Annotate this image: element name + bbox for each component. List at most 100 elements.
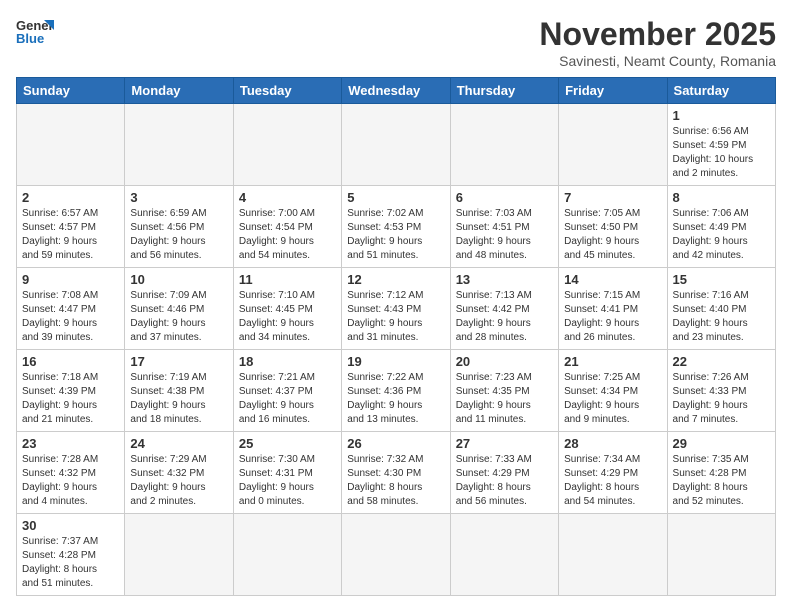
calendar-week-row: 9 Sunrise: 7:08 AM Sunset: 4:47 PM Daylig… bbox=[17, 268, 776, 350]
calendar-cell: 20 Sunrise: 7:23 AM Sunset: 4:35 PM Dayli… bbox=[450, 350, 558, 432]
day-number: 27 bbox=[456, 436, 553, 451]
day-info: Sunrise: 7:25 AM Sunset: 4:34 PM Dayligh… bbox=[564, 371, 661, 427]
calendar-cell bbox=[17, 104, 125, 186]
day-number: 29 bbox=[673, 436, 770, 451]
day-number: 11 bbox=[239, 272, 336, 287]
day-number: 30 bbox=[22, 518, 119, 533]
calendar-cell: 11 Sunrise: 7:10 AM Sunset: 4:45 PM Dayli… bbox=[233, 268, 341, 350]
day-number: 23 bbox=[22, 436, 119, 451]
day-number: 16 bbox=[22, 354, 119, 369]
day-number: 5 bbox=[347, 190, 444, 205]
calendar-cell bbox=[667, 514, 775, 596]
day-info: Sunrise: 6:59 AM Sunset: 4:56 PM Dayligh… bbox=[130, 207, 227, 263]
day-number: 13 bbox=[456, 272, 553, 287]
location-title: Savinesti, Neamt County, Romania bbox=[539, 53, 776, 69]
day-number: 15 bbox=[673, 272, 770, 287]
day-info: Sunrise: 7:23 AM Sunset: 4:35 PM Dayligh… bbox=[456, 371, 553, 427]
day-number: 19 bbox=[347, 354, 444, 369]
day-info: Sunrise: 7:18 AM Sunset: 4:39 PM Dayligh… bbox=[22, 371, 119, 427]
day-number: 7 bbox=[564, 190, 661, 205]
calendar-week-row: 23 Sunrise: 7:28 AM Sunset: 4:32 PM Dayli… bbox=[17, 432, 776, 514]
day-info: Sunrise: 7:26 AM Sunset: 4:33 PM Dayligh… bbox=[673, 371, 770, 427]
day-number: 2 bbox=[22, 190, 119, 205]
day-number: 22 bbox=[673, 354, 770, 369]
day-info: Sunrise: 7:37 AM Sunset: 4:28 PM Dayligh… bbox=[22, 535, 119, 591]
calendar-cell: 26 Sunrise: 7:32 AM Sunset: 4:30 PM Dayli… bbox=[342, 432, 450, 514]
day-number: 10 bbox=[130, 272, 227, 287]
calendar-cell: 17 Sunrise: 7:19 AM Sunset: 4:38 PM Dayli… bbox=[125, 350, 233, 432]
day-info: Sunrise: 6:57 AM Sunset: 4:57 PM Dayligh… bbox=[22, 207, 119, 263]
calendar-cell: 28 Sunrise: 7:34 AM Sunset: 4:29 PM Dayli… bbox=[559, 432, 667, 514]
calendar-cell: 25Sunrise: 7:30 AM Sunset: 4:31 PM Dayli… bbox=[233, 432, 341, 514]
day-number: 28 bbox=[564, 436, 661, 451]
month-title: November 2025 bbox=[539, 16, 776, 53]
day-number: 12 bbox=[347, 272, 444, 287]
calendar-cell: 24Sunrise: 7:29 AM Sunset: 4:32 PM Dayli… bbox=[125, 432, 233, 514]
calendar-cell: 1 Sunrise: 6:56 AM Sunset: 4:59 PM Daylig… bbox=[667, 104, 775, 186]
day-number: 17 bbox=[130, 354, 227, 369]
day-info: Sunrise: 7:34 AM Sunset: 4:29 PM Dayligh… bbox=[564, 453, 661, 509]
day-info: Sunrise: 7:03 AM Sunset: 4:51 PM Dayligh… bbox=[456, 207, 553, 263]
calendar-cell bbox=[450, 514, 558, 596]
day-number: 14 bbox=[564, 272, 661, 287]
calendar-cell bbox=[233, 514, 341, 596]
calendar-cell: 10Sunrise: 7:09 AM Sunset: 4:46 PM Dayli… bbox=[125, 268, 233, 350]
day-number: 3 bbox=[130, 190, 227, 205]
day-number: 8 bbox=[673, 190, 770, 205]
day-number: 6 bbox=[456, 190, 553, 205]
calendar-cell: 8 Sunrise: 7:06 AM Sunset: 4:49 PM Daylig… bbox=[667, 186, 775, 268]
day-info: Sunrise: 7:13 AM Sunset: 4:42 PM Dayligh… bbox=[456, 289, 553, 345]
day-info: Sunrise: 7:32 AM Sunset: 4:30 PM Dayligh… bbox=[347, 453, 444, 509]
day-info: Sunrise: 7:06 AM Sunset: 4:49 PM Dayligh… bbox=[673, 207, 770, 263]
calendar-cell bbox=[233, 104, 341, 186]
calendar-cell: 15Sunrise: 7:16 AM Sunset: 4:40 PM Dayli… bbox=[667, 268, 775, 350]
day-info: Sunrise: 7:10 AM Sunset: 4:45 PM Dayligh… bbox=[239, 289, 336, 345]
svg-text:Blue: Blue bbox=[16, 31, 44, 46]
day-number: 20 bbox=[456, 354, 553, 369]
calendar-cell: 16 Sunrise: 7:18 AM Sunset: 4:39 PM Dayli… bbox=[17, 350, 125, 432]
calendar-cell: 6 Sunrise: 7:03 AM Sunset: 4:51 PM Daylig… bbox=[450, 186, 558, 268]
weekday-header-monday: Monday bbox=[125, 78, 233, 104]
calendar-cell: 3 Sunrise: 6:59 AM Sunset: 4:56 PM Daylig… bbox=[125, 186, 233, 268]
calendar-cell: 2 Sunrise: 6:57 AM Sunset: 4:57 PM Daylig… bbox=[17, 186, 125, 268]
calendar-cell bbox=[559, 514, 667, 596]
calendar-cell: 13 Sunrise: 7:13 AM Sunset: 4:42 PM Dayli… bbox=[450, 268, 558, 350]
weekday-header-tuesday: Tuesday bbox=[233, 78, 341, 104]
calendar-cell bbox=[125, 514, 233, 596]
day-number: 1 bbox=[673, 108, 770, 123]
weekday-header-row: SundayMondayTuesdayWednesdayThursdayFrid… bbox=[17, 78, 776, 104]
day-info: Sunrise: 7:08 AM Sunset: 4:47 PM Dayligh… bbox=[22, 289, 119, 345]
calendar-cell bbox=[450, 104, 558, 186]
day-info: Sunrise: 7:33 AM Sunset: 4:29 PM Dayligh… bbox=[456, 453, 553, 509]
day-number: 4 bbox=[239, 190, 336, 205]
calendar-cell: 9 Sunrise: 7:08 AM Sunset: 4:47 PM Daylig… bbox=[17, 268, 125, 350]
day-number: 26 bbox=[347, 436, 444, 451]
calendar-cell bbox=[125, 104, 233, 186]
day-info: Sunrise: 6:56 AM Sunset: 4:59 PM Dayligh… bbox=[673, 125, 770, 181]
day-info: Sunrise: 7:35 AM Sunset: 4:28 PM Dayligh… bbox=[673, 453, 770, 509]
calendar-cell: 7 Sunrise: 7:05 AM Sunset: 4:50 PM Daylig… bbox=[559, 186, 667, 268]
calendar-cell bbox=[342, 104, 450, 186]
weekday-header-wednesday: Wednesday bbox=[342, 78, 450, 104]
calendar-week-row: 16 Sunrise: 7:18 AM Sunset: 4:39 PM Dayli… bbox=[17, 350, 776, 432]
calendar-cell: 23 Sunrise: 7:28 AM Sunset: 4:32 PM Dayli… bbox=[17, 432, 125, 514]
calendar-cell: 22 Sunrise: 7:26 AM Sunset: 4:33 PM Dayli… bbox=[667, 350, 775, 432]
day-info: Sunrise: 7:28 AM Sunset: 4:32 PM Dayligh… bbox=[22, 453, 119, 509]
day-info: Sunrise: 7:19 AM Sunset: 4:38 PM Dayligh… bbox=[130, 371, 227, 427]
calendar: SundayMondayTuesdayWednesdayThursdayFrid… bbox=[16, 77, 776, 596]
calendar-cell: 14Sunrise: 7:15 AM Sunset: 4:41 PM Dayli… bbox=[559, 268, 667, 350]
calendar-cell: 21Sunrise: 7:25 AM Sunset: 4:34 PM Dayli… bbox=[559, 350, 667, 432]
day-info: Sunrise: 7:00 AM Sunset: 4:54 PM Dayligh… bbox=[239, 207, 336, 263]
day-info: Sunrise: 7:05 AM Sunset: 4:50 PM Dayligh… bbox=[564, 207, 661, 263]
calendar-week-row: 1 Sunrise: 6:56 AM Sunset: 4:59 PM Daylig… bbox=[17, 104, 776, 186]
calendar-cell: 18Sunrise: 7:21 AM Sunset: 4:37 PM Dayli… bbox=[233, 350, 341, 432]
calendar-week-row: 2 Sunrise: 6:57 AM Sunset: 4:57 PM Daylig… bbox=[17, 186, 776, 268]
calendar-cell: 5Sunrise: 7:02 AM Sunset: 4:53 PM Daylig… bbox=[342, 186, 450, 268]
weekday-header-friday: Friday bbox=[559, 78, 667, 104]
day-number: 9 bbox=[22, 272, 119, 287]
calendar-cell: 19 Sunrise: 7:22 AM Sunset: 4:36 PM Dayli… bbox=[342, 350, 450, 432]
day-info: Sunrise: 7:22 AM Sunset: 4:36 PM Dayligh… bbox=[347, 371, 444, 427]
calendar-cell: 29 Sunrise: 7:35 AM Sunset: 4:28 PM Dayli… bbox=[667, 432, 775, 514]
day-number: 25 bbox=[239, 436, 336, 451]
calendar-cell: 27 Sunrise: 7:33 AM Sunset: 4:29 PM Dayli… bbox=[450, 432, 558, 514]
